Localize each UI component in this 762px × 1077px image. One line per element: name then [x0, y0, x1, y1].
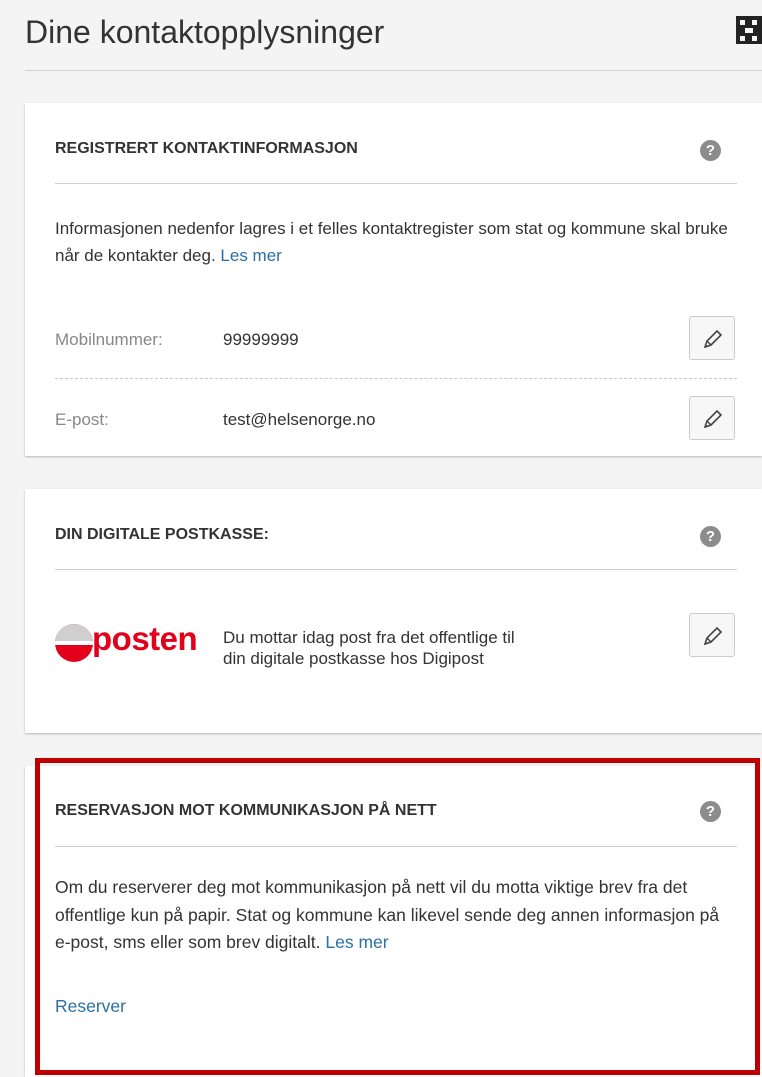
read-more-link[interactable]: Les mer [325, 932, 388, 952]
toolbar-icon[interactable] [736, 16, 762, 44]
reservation-card: RESERVASJON MOT KOMMUNIKASJON PÅ NETT ? … [25, 766, 762, 1077]
page-title: Dine kontaktopplysninger [25, 14, 385, 50]
postbox-description-line2: din digitale postkasse hos Digipost [223, 649, 484, 668]
card-heading: DIN DIGITALE POSTKASSE: [55, 526, 269, 543]
reserve-link[interactable]: Reserver [55, 996, 126, 1017]
pencil-icon [703, 626, 723, 646]
mobile-label: Mobilnummer: [55, 330, 163, 349]
help-icon[interactable]: ? [700, 140, 721, 161]
card-heading: RESERVASJON MOT KOMMUNIKASJON PÅ NETT [55, 802, 437, 819]
read-more-link[interactable]: Les mer [220, 246, 281, 265]
pencil-icon [703, 329, 723, 349]
email-label: E-post: [55, 410, 109, 429]
contact-info-card: REGISTRERT KONTAKTINFORMASJON ? Informas… [25, 103, 762, 456]
help-icon[interactable]: ? [700, 801, 721, 822]
email-value: test@helsenorge.no [223, 410, 376, 429]
card-heading: REGISTRERT KONTAKTINFORMASJON [55, 140, 358, 157]
posten-logo-icon [54, 624, 94, 662]
digital-postbox-card: DIN DIGITALE POSTKASSE: ? posten Du mott… [25, 489, 762, 733]
contact-intro-text: Informasjonen nedenfor lagres i et felle… [55, 215, 735, 269]
card-divider [55, 569, 737, 570]
postbox-description-line1: Du mottar idag post fra det offentlige t… [223, 628, 515, 647]
pencil-icon [703, 409, 723, 429]
posten-logo-text: posten [92, 620, 198, 657]
mobile-value: 99999999 [223, 330, 299, 349]
postbox-description: Du mottar idag post fra det offentlige t… [223, 627, 515, 669]
reservation-text: Om du reserverer deg mot kommunikasjon p… [55, 874, 735, 957]
edit-email-button[interactable] [689, 396, 735, 440]
contact-intro: Informasjonen nedenfor lagres i et felle… [55, 219, 728, 265]
edit-postbox-button[interactable] [689, 613, 735, 657]
card-divider [55, 183, 737, 184]
card-divider [55, 846, 737, 847]
help-icon[interactable]: ? [700, 526, 721, 547]
row-separator [55, 378, 737, 379]
title-divider [25, 70, 762, 71]
posten-logo: posten [54, 620, 214, 664]
edit-mobile-button[interactable] [689, 316, 735, 360]
